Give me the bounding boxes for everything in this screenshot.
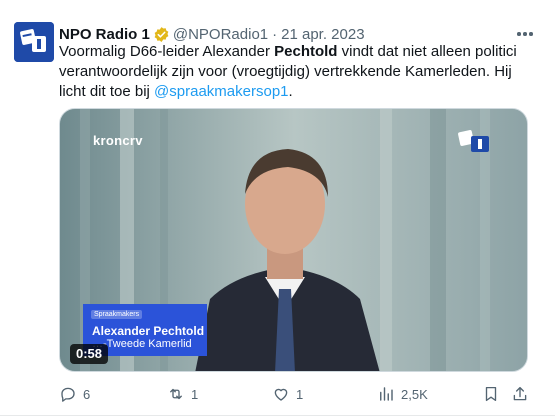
views-count: 2,5K (401, 386, 428, 402)
more-dot (523, 32, 527, 36)
program-tag: Spraakmakers (91, 310, 143, 319)
more-icon[interactable] (515, 24, 535, 44)
repost-count: 1 (191, 386, 199, 402)
bookmark-button[interactable] (482, 384, 500, 404)
reply-icon (61, 387, 75, 402)
separator-dot: · (272, 25, 278, 43)
tweet-header: NPO Radio 1 @NPORadio1 · 21 apr. 2023 (59, 24, 365, 44)
like-button[interactable]: 1 (272, 384, 303, 404)
npo-radio-logo-icon (457, 127, 493, 155)
share-icon (513, 386, 527, 401)
tweet[interactable]: NPO Radio 1 @NPORadio1 · 21 apr. 2023 Vo… (0, 0, 555, 416)
video-duration: 0:58 (70, 344, 109, 364)
verified-badge-icon[interactable] (153, 26, 170, 43)
reply-button[interactable]: 6 (59, 384, 90, 404)
more-dot (529, 32, 533, 36)
like-count: 1 (296, 386, 304, 402)
heart-icon (274, 388, 288, 401)
tweet-date[interactable]: 21 apr. 2023 (281, 26, 364, 43)
bookmark-icon (485, 386, 497, 402)
tweet-text-bold: Pechtold (274, 43, 338, 60)
tweet-text-end: . (288, 83, 293, 100)
tweet-text-part: Voormalig D66-leider Alexander (59, 43, 275, 60)
mention-link[interactable]: @spraakmakersop1 (154, 83, 288, 100)
avatar[interactable] (14, 22, 54, 62)
repost-button[interactable]: 1 (167, 384, 198, 404)
share-button[interactable] (511, 384, 529, 404)
more-dot (517, 32, 521, 36)
tweet-text: Voormalig D66-leider Alexander Pechtold … (59, 42, 529, 102)
guest-name: Alexander Pechtold (92, 324, 205, 338)
reply-count: 6 (83, 386, 91, 402)
views-button[interactable]: 2,5K (377, 384, 428, 404)
npo-radio-logo-icon (14, 22, 54, 62)
broadcaster-logo: kroncrv (93, 133, 143, 148)
video-player[interactable]: kroncrv Spraakmakers Alexander Pechtold … (59, 108, 528, 372)
action-bar: 6 1 1 2,5K (59, 384, 529, 404)
repost-icon (170, 388, 182, 400)
author-handle[interactable]: @NPORadio1 (173, 26, 268, 43)
author-name[interactable]: NPO Radio 1 (59, 26, 150, 43)
views-icon (380, 387, 393, 401)
